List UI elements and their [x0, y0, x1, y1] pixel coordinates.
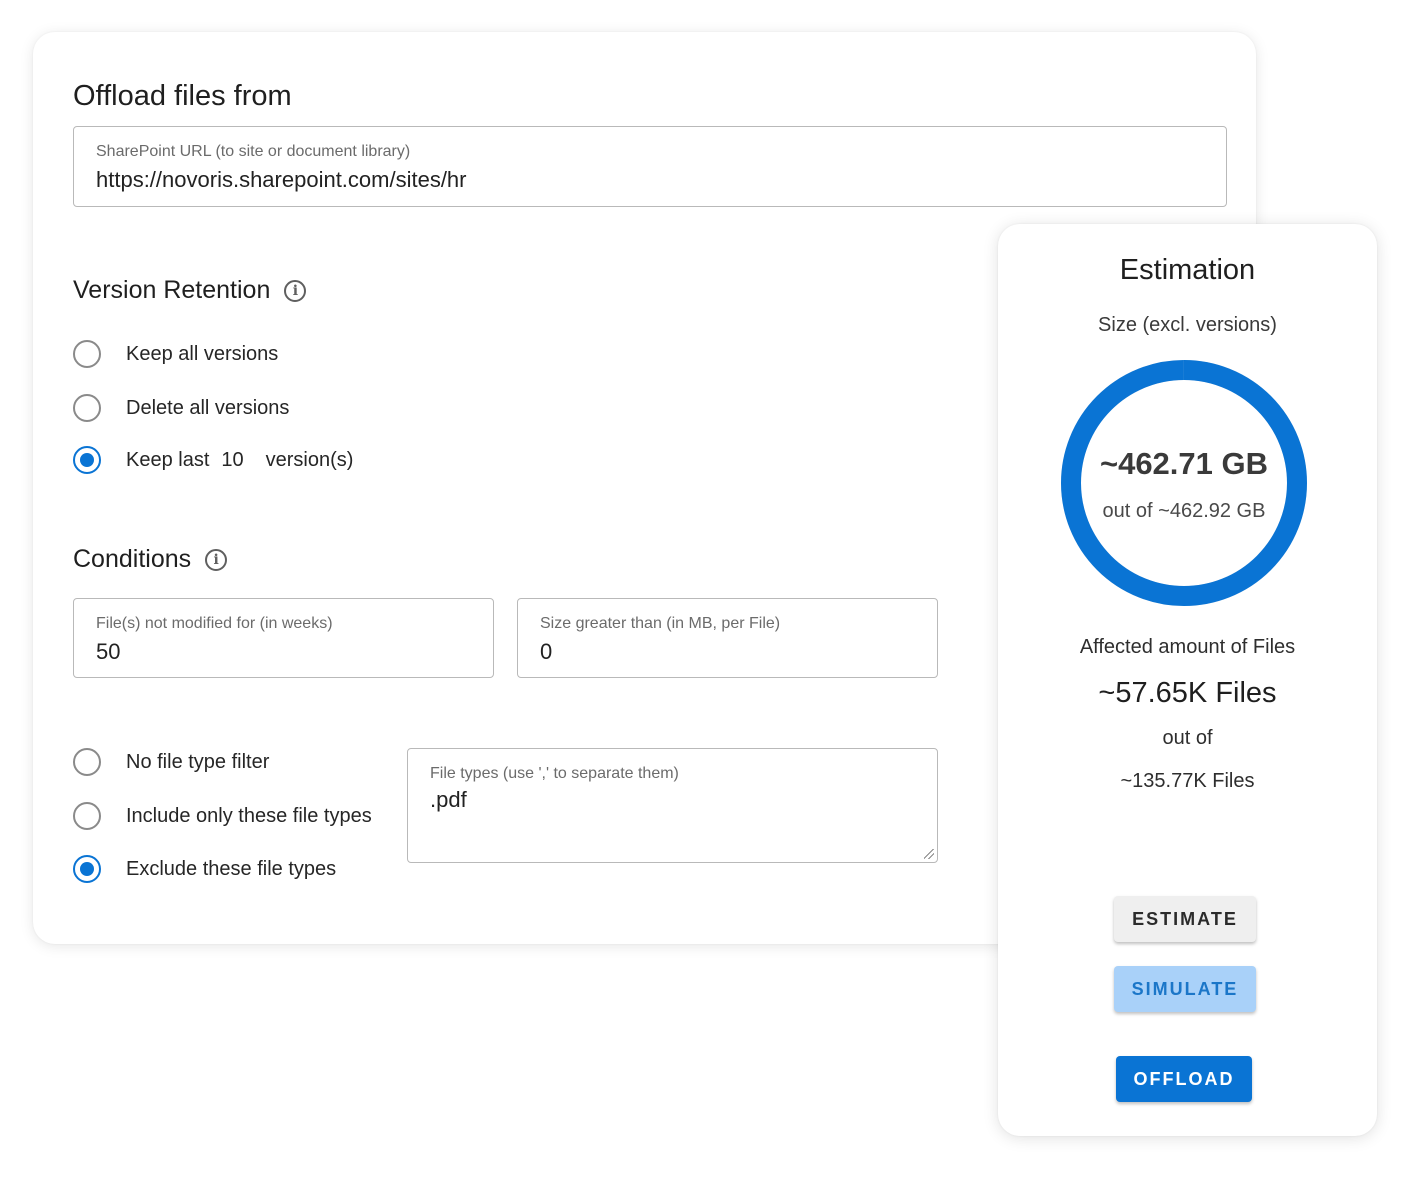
conditions-heading: Conditions i	[73, 545, 228, 574]
not-modified-label: File(s) not modified for (in weeks)	[96, 615, 333, 632]
radio-label-prefix: Keep last	[126, 448, 210, 471]
donut-ring	[1061, 360, 1307, 606]
radio-label: Exclude these file types	[126, 857, 337, 880]
not-modified-weeks-field[interactable]: File(s) not modified for (in weeks) 50	[73, 598, 494, 678]
sharepoint-url-label: SharePoint URL (to site or document libr…	[96, 143, 411, 160]
offload-page: Offload files from SharePoint URL (to si…	[0, 0, 1419, 1179]
radio-exclude-file-types[interactable]: Exclude these file types	[73, 855, 336, 883]
radio-keep-last-versions[interactable]: Keep last 10 version(s)	[73, 446, 353, 474]
info-icon[interactable]: i	[284, 279, 307, 302]
radio-button-selected[interactable]	[73, 446, 101, 474]
radio-button[interactable]	[73, 394, 101, 422]
radio-label: Delete all versions	[126, 396, 290, 419]
files-out-of-label: out of	[1162, 727, 1213, 749]
simulate-button[interactable]: SIMULATE	[1114, 966, 1256, 1012]
size-greater-than-field[interactable]: Size greater than (in MB, per File) 0	[517, 598, 938, 678]
radio-button[interactable]	[73, 802, 101, 830]
radio-include-file-types[interactable]: Include only these file types	[73, 802, 372, 830]
radio-label: No file type filter	[126, 750, 270, 773]
files-label: Affected amount of Files	[1079, 636, 1296, 658]
radio-delete-all-versions[interactable]: Delete all versions	[73, 394, 289, 422]
keep-last-count-input[interactable]: 10	[221, 449, 243, 472]
files-total: ~135.77K Files	[1120, 770, 1255, 792]
offload-title: Offload files from	[73, 80, 292, 112]
size-total: out of ~462.92 GB	[1102, 500, 1266, 522]
sharepoint-url-field[interactable]: SharePoint URL (to site or document libr…	[73, 126, 1227, 207]
file-types-textarea[interactable]: File types (use ',' to separate them) .p…	[407, 748, 938, 863]
info-icon[interactable]: i	[205, 548, 228, 571]
radio-button[interactable]	[73, 748, 101, 776]
files-value: ~57.65K Files	[1098, 677, 1277, 709]
offload-button[interactable]: OFFLOAD	[1116, 1056, 1252, 1102]
estimation-title: Estimation	[1119, 254, 1256, 286]
size-donut-chart: ~462.71 GB out of ~462.92 GB	[1059, 358, 1309, 608]
radio-label: Keep all versions	[126, 342, 279, 365]
radio-keep-all-versions[interactable]: Keep all versions	[73, 340, 278, 368]
radio-label: Include only these file types	[126, 804, 372, 827]
radio-label-suffix: version(s)	[265, 448, 354, 471]
file-types-label: File types (use ',' to separate them)	[430, 765, 679, 782]
not-modified-value[interactable]: 50	[96, 639, 120, 665]
version-retention-heading: Version Retention i	[73, 276, 307, 305]
radio-button[interactable]	[73, 340, 101, 368]
conditions-title: Conditions	[73, 545, 192, 573]
file-types-value[interactable]: .pdf	[430, 787, 467, 813]
donut-progress-arc	[1061, 360, 1307, 606]
size-value: ~462.71 GB	[1099, 446, 1269, 481]
resize-handle-icon[interactable]	[924, 849, 934, 859]
radio-no-file-type-filter[interactable]: No file type filter	[73, 748, 269, 776]
size-greater-label: Size greater than (in MB, per File)	[540, 615, 781, 632]
sharepoint-url-value[interactable]: https://novoris.sharepoint.com/sites/hr	[96, 167, 467, 193]
size-label: Size (excl. versions)	[1098, 314, 1277, 336]
estimate-button[interactable]: ESTIMATE	[1114, 896, 1256, 942]
version-retention-title: Version Retention	[73, 276, 271, 304]
radio-button-selected[interactable]	[73, 855, 101, 883]
estimation-card: Estimation Size (excl. versions) ~462.71…	[998, 224, 1377, 1136]
size-greater-value[interactable]: 0	[540, 639, 552, 665]
